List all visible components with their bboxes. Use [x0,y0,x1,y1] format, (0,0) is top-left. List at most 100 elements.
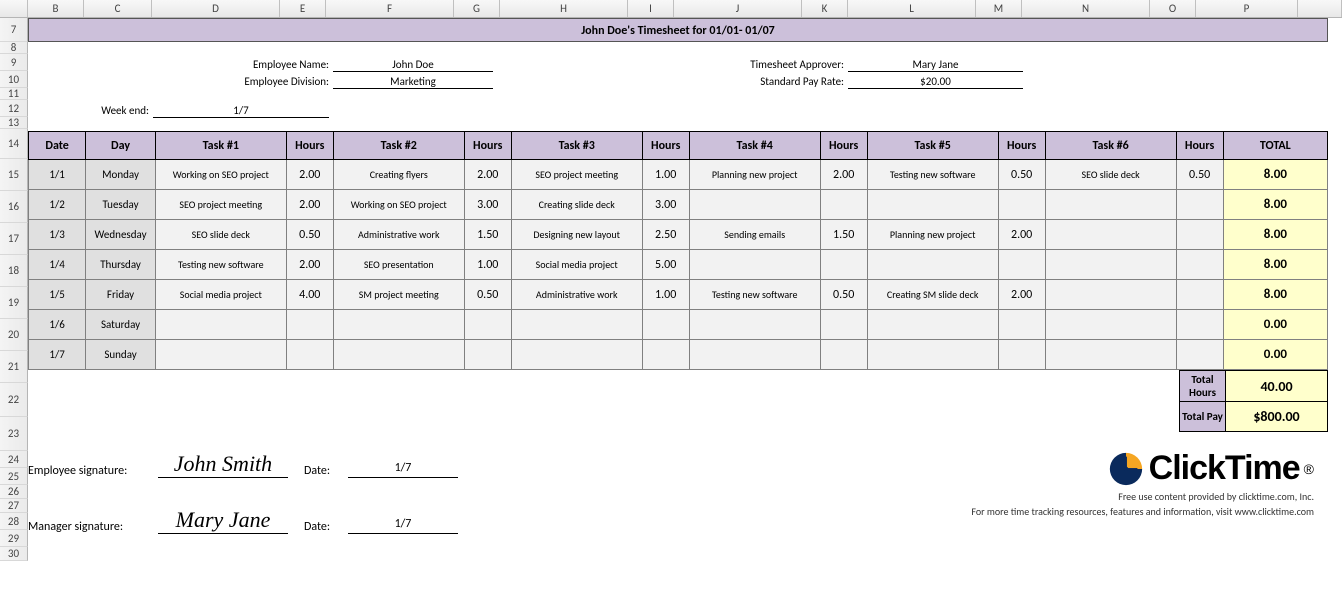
cell-h6[interactable] [1176,220,1223,250]
sheet-title[interactable]: John Doe's Timesheet for 01/01- 01/07 [28,18,1328,42]
cell-t5[interactable] [867,340,998,370]
row-header-17[interactable]: 17 [0,223,28,255]
cell-t6[interactable] [1045,220,1176,250]
cell-h1[interactable]: 4.00 [286,280,333,310]
cell-h5[interactable] [998,190,1045,220]
cell-h3[interactable]: 2.50 [642,220,689,250]
cell-h5[interactable] [998,250,1045,280]
cell-h4[interactable] [820,250,867,280]
row-header-10[interactable]: 10 [0,71,28,88]
cell-t5[interactable]: Planning new project [867,220,998,250]
column-header-G[interactable]: G [454,0,500,17]
total-hours-value[interactable]: 40.00 [1226,371,1328,402]
column-header-K[interactable]: K [802,0,848,17]
cell-t4[interactable]: Planning new project [689,160,820,190]
cell-h2[interactable]: 3.00 [464,190,511,220]
row-header-28[interactable]: 28 [0,513,28,530]
cell-h3[interactable]: 1.00 [642,160,689,190]
cell-t6[interactable]: SEO slide deck [1045,160,1176,190]
column-header-M[interactable]: M [976,0,1022,17]
column-header-B[interactable]: B [28,0,84,17]
cell-t2[interactable]: SEO presentation [333,250,464,280]
row-header-23[interactable]: 23 [0,417,28,451]
cell-t2[interactable]: Creating flyers [333,160,464,190]
cell-t6[interactable] [1045,280,1176,310]
row-header-22[interactable]: 22 [0,383,28,417]
cell-t6[interactable] [1045,190,1176,220]
col-header-day[interactable]: Day [86,132,156,160]
cell-t2[interactable]: SM project meeting [333,280,464,310]
row-header-7[interactable]: 7 [0,18,28,42]
pay-rate-value[interactable]: $20.00 [848,75,1023,89]
row-header-18[interactable]: 18 [0,255,28,287]
cell-t3[interactable]: Social media project [511,250,642,280]
row-header-24[interactable]: 24 [0,451,28,468]
column-header-O[interactable]: O [1150,0,1196,17]
col-header-hours[interactable]: Hours [1176,132,1223,160]
column-header-L[interactable]: L [848,0,976,17]
cell-t1[interactable] [155,340,286,370]
cell-t4[interactable] [689,310,820,340]
cell-t1[interactable]: Testing new software [155,250,286,280]
cell-t2[interactable] [333,310,464,340]
cell-day[interactable]: Wednesday [86,220,156,250]
row-header-14[interactable]: 14 [0,129,28,159]
cell-t1[interactable] [155,310,286,340]
cell-t5[interactable]: Creating SM slide deck [867,280,998,310]
cell-t1[interactable]: SEO slide deck [155,220,286,250]
cell-h1[interactable]: 2.00 [286,250,333,280]
cell-h6[interactable] [1176,340,1223,370]
employee-signature[interactable]: John Smith [158,450,288,478]
cell-h3[interactable] [642,340,689,370]
row-header-9[interactable]: 9 [0,54,28,71]
cell-date[interactable]: 1/5 [29,280,86,310]
cell-h6[interactable] [1176,280,1223,310]
cell-t3[interactable]: SEO project meeting [511,160,642,190]
col-header-hours[interactable]: Hours [286,132,333,160]
col-header-task-3[interactable]: Task #3 [511,132,642,160]
cell-h6[interactable] [1176,250,1223,280]
cell-t4[interactable]: Sending emails [689,220,820,250]
cell-day[interactable]: Sunday [86,340,156,370]
row-header-30[interactable]: 30 [0,547,28,561]
cell-total[interactable]: 0.00 [1223,310,1327,340]
cell-t4[interactable] [689,250,820,280]
cell-t2[interactable]: Administrative work [333,220,464,250]
row-header-21[interactable]: 21 [0,351,28,383]
cell-h2[interactable] [464,340,511,370]
cell-t1[interactable]: SEO project meeting [155,190,286,220]
cell-t3[interactable]: Administrative work [511,280,642,310]
cell-total[interactable]: 8.00 [1223,280,1327,310]
row-header-19[interactable]: 19 [0,287,28,319]
row-header-29[interactable]: 29 [0,530,28,547]
cell-day[interactable]: Monday [86,160,156,190]
row-header-20[interactable]: 20 [0,319,28,351]
cell-h1[interactable] [286,310,333,340]
column-header-row[interactable]: BCDEFGHIJKLMNOP [0,0,1342,18]
row-header-13[interactable]: 13 [0,117,28,129]
cell-h3[interactable]: 5.00 [642,250,689,280]
cell-date[interactable]: 1/3 [29,220,86,250]
column-header-N[interactable]: N [1022,0,1150,17]
cell-h4[interactable] [820,190,867,220]
cell-total[interactable]: 8.00 [1223,250,1327,280]
approver-value[interactable]: Mary Jane [848,58,1023,72]
cell-t5[interactable] [867,310,998,340]
column-header-C[interactable]: C [84,0,152,17]
cell-h5[interactable]: 2.00 [998,220,1045,250]
cell-total[interactable]: 8.00 [1223,220,1327,250]
cell-day[interactable]: Thursday [86,250,156,280]
cell-h2[interactable]: 1.50 [464,220,511,250]
cell-h2[interactable]: 2.00 [464,160,511,190]
col-header-hours[interactable]: Hours [642,132,689,160]
cell-t2[interactable]: Working on SEO project [333,190,464,220]
employee-sig-date[interactable]: 1/7 [348,461,458,478]
cell-h1[interactable]: 2.00 [286,190,333,220]
col-header-task-2[interactable]: Task #2 [333,132,464,160]
cell-total[interactable]: 8.00 [1223,160,1327,190]
row-header-15[interactable]: 15 [0,159,28,191]
cell-h4[interactable]: 0.50 [820,280,867,310]
cell-h4[interactable] [820,310,867,340]
cell-t3[interactable]: Creating slide deck [511,190,642,220]
cell-t5[interactable] [867,250,998,280]
